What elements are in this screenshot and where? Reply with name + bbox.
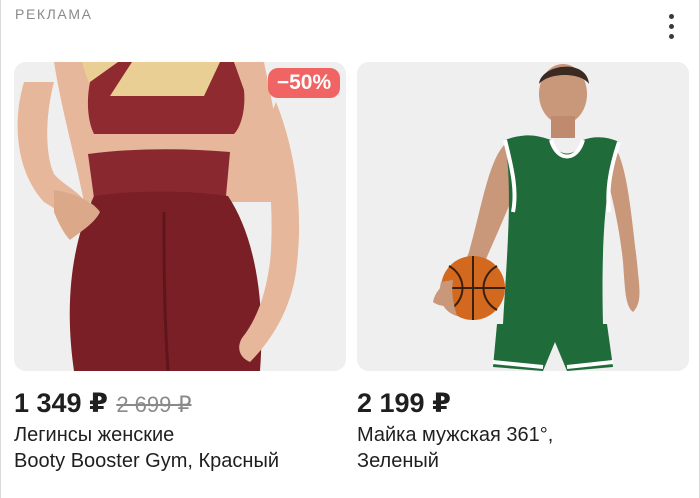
jersey-illustration	[357, 62, 689, 371]
product-image-leggings[interactable]: −50%	[14, 62, 346, 371]
product-price: 1 349 ₽	[14, 388, 108, 418]
product-price: 2 199 ₽	[357, 388, 451, 418]
product-title[interactable]: Майка мужская 361°, Зеленый	[357, 422, 689, 474]
discount-badge: −50%	[268, 68, 340, 98]
ad-label: РЕКЛАМА	[15, 6, 93, 22]
product-title-line1: Майка мужская 361°,	[357, 424, 554, 446]
product-card-leggings[interactable]: −50% 1 349 ₽ 2 699 ₽ Легинсы женские Boo…	[14, 62, 346, 482]
more-vertical-icon	[668, 13, 674, 19]
product-title-line2: Booty Booster Gym, Красный	[14, 450, 279, 472]
product-title-line1: Легинсы женские	[14, 424, 175, 446]
price-row: 1 349 ₽ 2 699 ₽	[14, 388, 191, 418]
product-title-line2: Зеленый	[357, 450, 439, 472]
more-vertical-icon-dot	[668, 23, 674, 29]
product-title[interactable]: Легинсы женские Booty Booster Gym, Красн…	[14, 422, 346, 474]
leggings-illustration	[14, 62, 346, 371]
product-old-price: 2 699 ₽	[116, 392, 192, 417]
more-options-button[interactable]	[659, 10, 683, 42]
product-image-jersey[interactable]	[357, 62, 689, 371]
product-card-jersey[interactable]: 2 199 ₽ Майка мужская 361°, Зеленый	[357, 62, 689, 482]
more-vertical-icon-dot	[668, 33, 674, 39]
price-row: 2 199 ₽	[357, 388, 451, 418]
ad-card: РЕКЛАМА −50% 1 349 ₽ 2 699 ₽ Легинсы жен…	[0, 0, 700, 498]
